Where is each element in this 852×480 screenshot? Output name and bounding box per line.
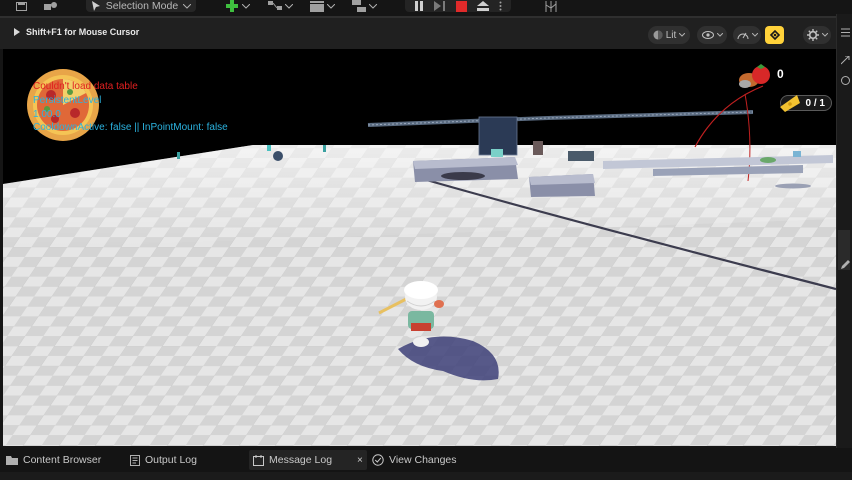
build-button[interactable] xyxy=(350,0,378,12)
speedometer-icon xyxy=(737,32,748,40)
main-toolbar: Selection Mode xyxy=(0,0,852,14)
panel-info-icon[interactable] xyxy=(841,76,850,85)
tab-content-browser[interactable]: Content Browser xyxy=(6,450,101,470)
cheese-counter: 0 / 1 xyxy=(780,95,832,112)
debug-cooldown-status: CooldownActive: false || InPointMount: f… xyxy=(33,122,228,133)
right-side-panel xyxy=(836,14,852,448)
cheese-counter-label: 0 / 1 xyxy=(805,97,825,109)
bottom-dock: Content Browser Output Log Message Log ×… xyxy=(0,448,852,480)
tab-view-changes-label: View Changes xyxy=(389,454,457,466)
mouse-cursor-hint: Shift+F1 for Mouse Cursor xyxy=(14,27,139,37)
selection-mode-dropdown[interactable]: Selection Mode xyxy=(86,0,196,12)
stop-icon[interactable] xyxy=(456,0,467,12)
chevron-down-icon xyxy=(241,3,250,9)
tab-output-log-label: Output Log xyxy=(145,454,197,466)
eye-icon xyxy=(701,31,714,39)
ingredients-hud-icon xyxy=(739,64,770,88)
debug-error-message: Couldn't load data table xyxy=(33,81,138,92)
tab-message-log-label: Message Log xyxy=(269,454,333,466)
folder-icon xyxy=(6,456,18,465)
chevron-down-icon xyxy=(679,33,686,37)
tab-message-log[interactable]: Message Log × xyxy=(249,450,367,470)
chevron-down-icon xyxy=(368,3,377,9)
source-control-icon[interactable] xyxy=(42,0,60,12)
tab-output-log[interactable]: Output Log xyxy=(130,450,197,470)
save-icon[interactable] xyxy=(14,0,28,12)
chevron-down-icon xyxy=(751,33,758,37)
play-controls xyxy=(405,0,511,12)
cheese-icon xyxy=(780,95,800,112)
lit-sphere-icon xyxy=(653,30,663,40)
pencil-icon[interactable] xyxy=(841,260,850,269)
dock-status-strip xyxy=(0,472,852,480)
build-icon xyxy=(351,0,366,12)
pause-icon[interactable] xyxy=(414,1,424,11)
cinematics-button[interactable] xyxy=(308,0,336,12)
camera-speed-dropdown[interactable] xyxy=(733,26,761,44)
chevron-down-icon xyxy=(183,3,192,9)
chevron-down-icon xyxy=(716,33,723,37)
add-actor-button[interactable] xyxy=(222,0,252,12)
mouse-cursor-hint-label: Shift+F1 for Mouse Cursor xyxy=(26,27,140,37)
debug-level-name: PersistentLevel xyxy=(33,95,102,106)
chevron-down-icon xyxy=(284,3,293,9)
level-viewport[interactable]: Couldn't load data table PersistentLevel… xyxy=(3,49,836,446)
eject-icon[interactable] xyxy=(477,1,489,11)
show-flags-dropdown[interactable] xyxy=(697,26,727,44)
play-triangle-icon xyxy=(14,28,20,36)
close-tab-button[interactable]: × xyxy=(357,455,363,466)
debug-version: 1.00.0 xyxy=(33,109,61,120)
more-options-icon[interactable] xyxy=(499,1,502,11)
panel-expand-icon[interactable] xyxy=(841,56,850,65)
snap-toggle-button[interactable] xyxy=(765,26,784,44)
platforms-icon[interactable] xyxy=(543,0,559,12)
snap-icon xyxy=(769,29,780,41)
cursor-icon xyxy=(91,1,100,11)
skip-frame-icon[interactable] xyxy=(434,1,446,11)
tab-view-changes[interactable]: View Changes xyxy=(372,450,457,470)
viewport-header: Shift+F1 for Mouse Cursor Lit xyxy=(0,16,836,49)
clapper-icon xyxy=(309,0,324,12)
game-scene xyxy=(3,49,836,446)
ingredients-count: 0 xyxy=(777,67,784,81)
tab-content-browser-label: Content Browser xyxy=(23,454,102,466)
blueprint-button[interactable] xyxy=(266,0,294,12)
view-mode-dropdown[interactable]: Lit xyxy=(648,26,690,44)
chevron-down-icon xyxy=(326,3,335,9)
gear-icon xyxy=(806,29,819,41)
message-log-icon xyxy=(253,454,264,466)
panel-menu-icon[interactable] xyxy=(841,28,850,37)
chevron-down-icon xyxy=(821,33,828,37)
output-log-icon xyxy=(130,454,140,466)
add-icon xyxy=(225,0,238,12)
blueprint-icon xyxy=(267,1,282,10)
view-mode-label: Lit xyxy=(665,29,677,41)
viewport-settings-dropdown[interactable] xyxy=(803,26,831,44)
check-circle-icon xyxy=(372,454,384,466)
selection-mode-label: Selection Mode xyxy=(105,0,179,12)
